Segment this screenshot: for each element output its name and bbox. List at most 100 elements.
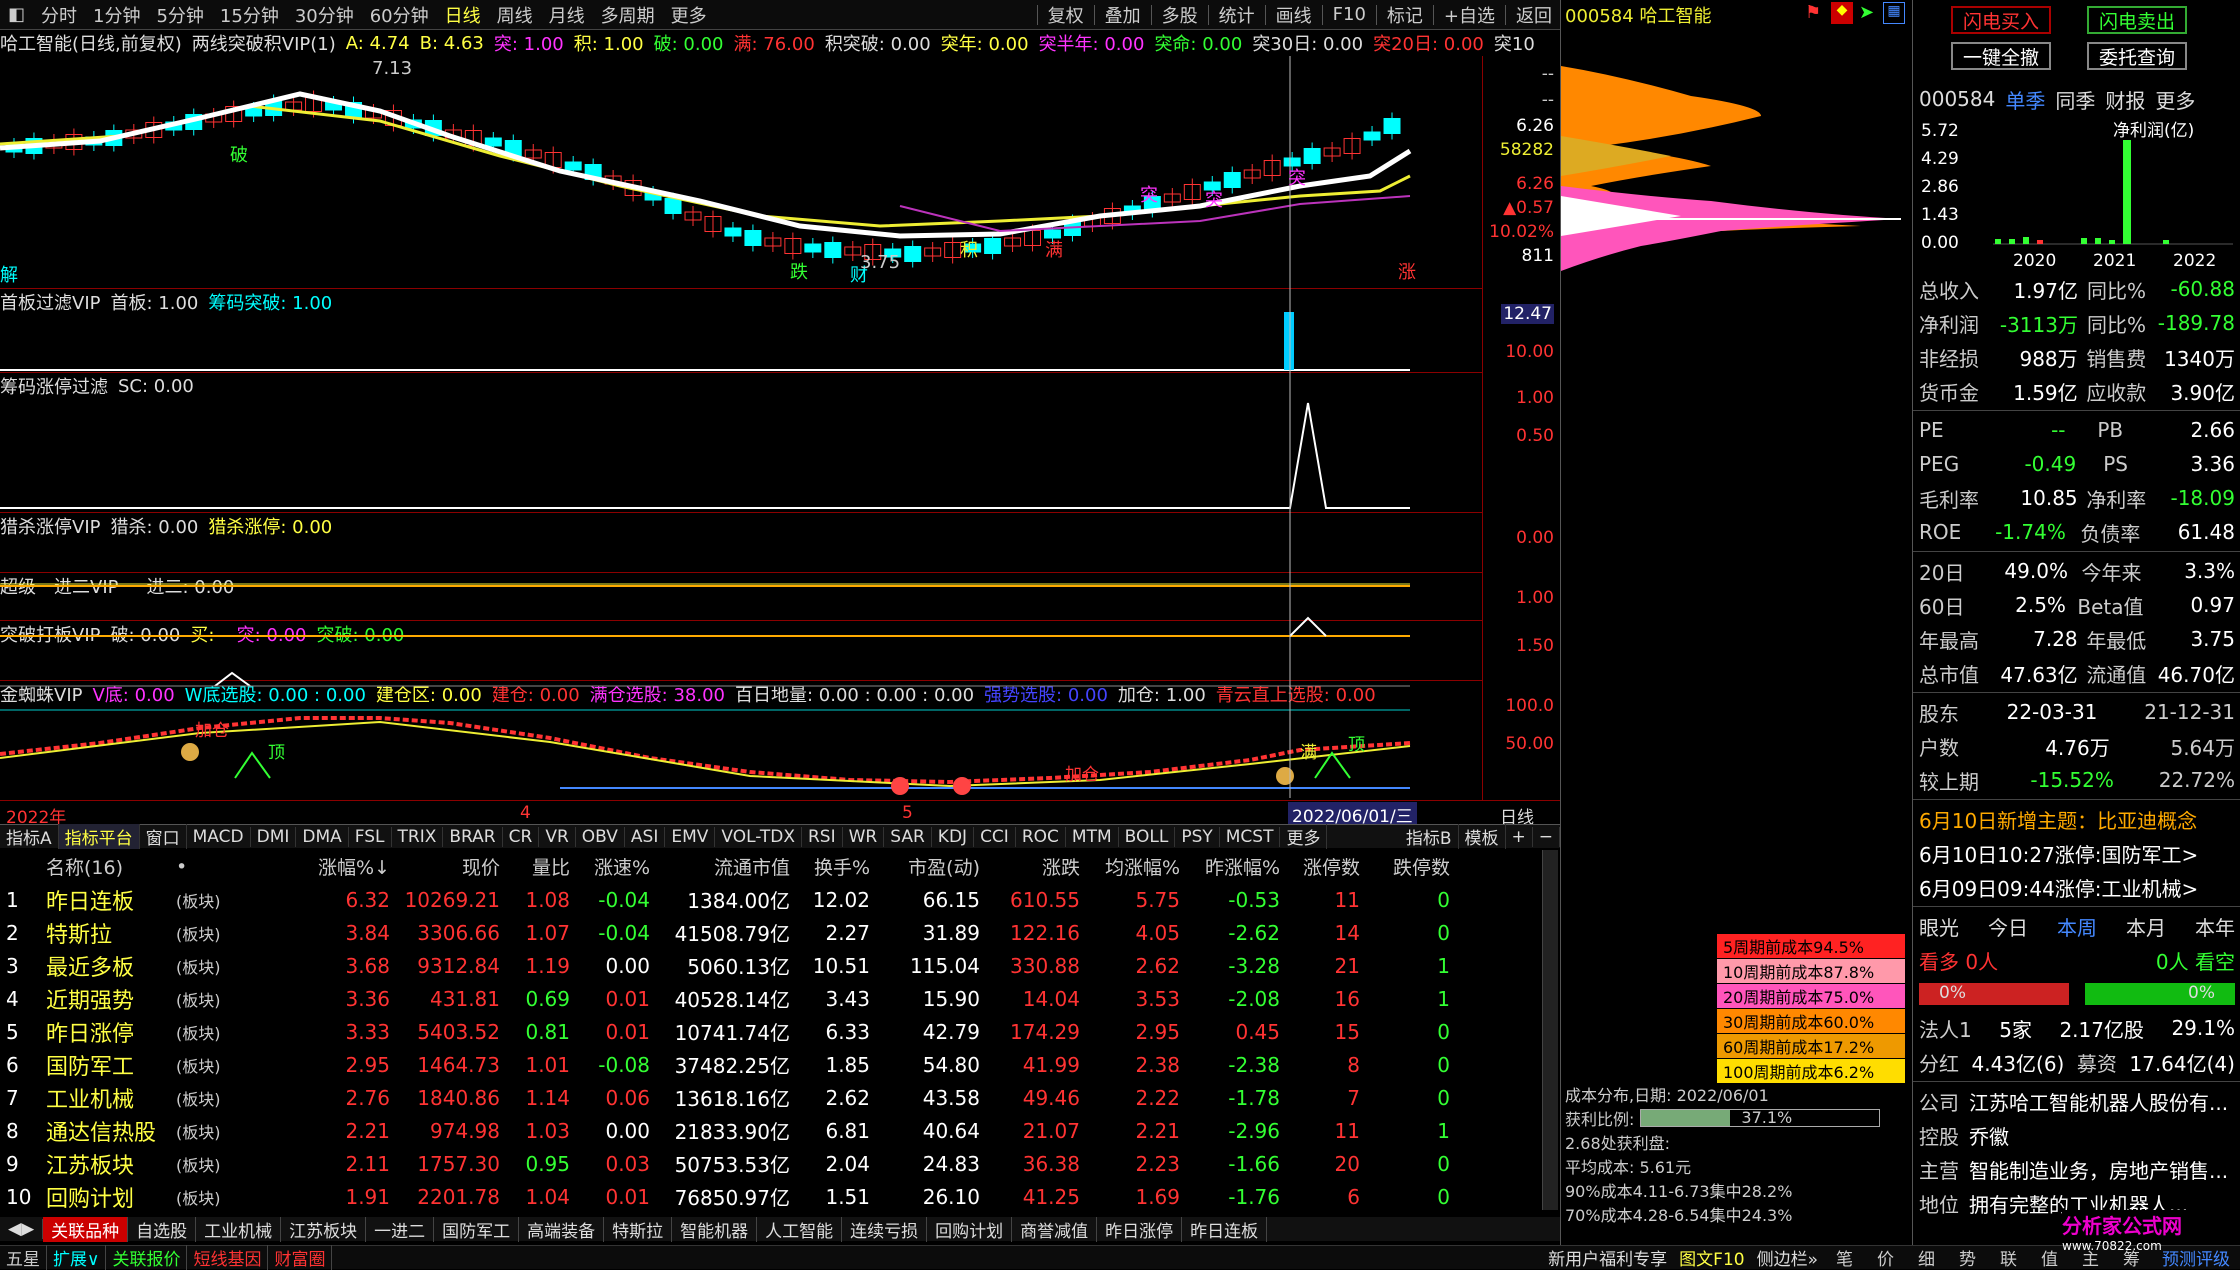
sector-tab[interactable]: 商誉减值 <box>1012 1216 1098 1242</box>
indicator-tab[interactable]: 指标平台 <box>58 824 140 849</box>
indicator-tab-right[interactable]: − <box>1533 826 1560 847</box>
indicator-tab[interactable]: PSY <box>1175 826 1220 847</box>
toolbar-button[interactable]: 叠加 <box>1097 2 1149 28</box>
column-header[interactable]: 均涨幅% <box>1080 853 1180 880</box>
company-value[interactable]: 智能制造业务，房地产销售... <box>1969 1155 2228 1184</box>
indicator-tab[interactable]: 更多 <box>1280 824 1328 849</box>
indicator-tab[interactable]: BRAR <box>443 826 503 847</box>
toolbar-button[interactable]: 多股 <box>1154 2 1206 28</box>
indicator-tab-right[interactable]: 模板 <box>1459 824 1506 849</box>
indicator-tab[interactable]: 窗口 <box>140 824 187 849</box>
sector-tab[interactable]: 智能机器 <box>672 1216 758 1242</box>
company-value[interactable]: 乔徽 <box>1969 1121 2009 1150</box>
signal-icon[interactable]: ◆ <box>1831 2 1853 24</box>
cancel-all-button[interactable]: 一键全撤 <box>1951 42 2051 70</box>
quote-tab[interactable]: 联 <box>1988 1245 2029 1270</box>
indicator-tab[interactable]: VR <box>539 826 576 847</box>
flag-icon[interactable]: ⚑ <box>1805 2 1821 23</box>
toolbar-button[interactable]: 复权 <box>1040 2 1092 28</box>
status-item[interactable]: 关联报价 <box>106 1245 188 1270</box>
arrow-icon[interactable]: ➤ <box>1859 2 1874 23</box>
table-row[interactable]: 10 回购计划 (板块) 1.91 2201.78 1.04 0.01 76850.97亿 1.… <box>0 1180 1560 1213</box>
period-tab[interactable]: 1分钟 <box>85 2 148 28</box>
table-row[interactable]: 2 特斯拉 (板块) 3.84 3306.66 1.07 -0.04 41508.79亿 2.2… <box>0 916 1560 949</box>
toolbar-button[interactable]: 标记 <box>1379 2 1431 28</box>
table-row[interactable]: 7 工业机械 (板块) 2.76 1840.86 1.14 0.06 13618.16亿 2.6… <box>0 1081 1560 1114</box>
indicator-tab[interactable]: DMI <box>251 826 297 847</box>
candlestick-chart[interactable]: 解 破 跌 财 积 满 突 突 突 涨 7.13 3.75 <box>0 56 1482 288</box>
indicator-tab[interactable]: MTM <box>1066 826 1119 847</box>
indicator-tab[interactable]: TRIX <box>392 826 444 847</box>
indicator-tab[interactable]: 指标A <box>0 824 59 849</box>
sector-tab[interactable]: 高端装备 <box>519 1216 605 1242</box>
table-row[interactable]: 5 昨日涨停 (板块) 3.33 5403.52 0.81 0.01 10741.74亿 6.3… <box>0 1015 1560 1048</box>
indicator-tab[interactable]: MACD <box>187 826 251 847</box>
theme-news[interactable]: 6月10日新增主题：比亚迪概念 <box>1913 802 2240 836</box>
chart-icon[interactable]: ▦ <box>1883 2 1905 24</box>
tab-more[interactable]: 更多 <box>2155 85 2195 114</box>
outlook-tab[interactable]: 今日 <box>1988 912 2028 941</box>
tab-quarter[interactable]: 单季 <box>2005 85 2045 114</box>
table-row[interactable]: 3 最近多板 (板块) 3.68 9312.84 1.19 0.00 5060.13亿 10.5… <box>0 949 1560 982</box>
sector-tab[interactable]: 连续亏损 <box>842 1216 928 1242</box>
order-query-button[interactable]: 委托查询 <box>2087 42 2187 70</box>
status-item[interactable]: 五星 <box>0 1245 47 1270</box>
period-tab[interactable]: 月线 <box>541 2 593 28</box>
column-header[interactable]: 市盈(动) <box>870 853 980 880</box>
flash-buy-button[interactable]: 闪电买入 <box>1951 6 2051 34</box>
toolbar-button[interactable]: +自选 <box>1436 2 1503 28</box>
outlook-tab[interactable]: 本月 <box>2126 912 2166 941</box>
sector-tab[interactable]: 一进二 <box>366 1216 435 1242</box>
indicator-tab[interactable]: WR <box>843 826 885 847</box>
indicator-tab[interactable]: FSL <box>349 826 392 847</box>
company-value[interactable]: 江苏哈工智能机器人股份有... <box>1969 1087 2228 1116</box>
sidebar-toggle[interactable]: 侧边栏» <box>1751 1245 1824 1270</box>
toolbar-button[interactable]: 返回 <box>1508 2 1560 28</box>
status-item[interactable]: 财富圈 <box>268 1245 333 1270</box>
indicator-tab[interactable]: EMV <box>665 826 716 847</box>
indicator-tab[interactable]: RSI <box>802 826 843 847</box>
bearish-bar[interactable]: 0% <box>2085 983 2235 1005</box>
sector-tab[interactable]: 回购计划 <box>927 1216 1013 1242</box>
period-tab[interactable]: 日线 <box>437 2 489 28</box>
indicator-name[interactable]: 两线突破积VIP(1) <box>192 30 336 56</box>
period-tab[interactable]: 5分钟 <box>148 2 211 28</box>
column-header[interactable]: 跌停数 <box>1360 853 1450 880</box>
toolbar-button[interactable]: F10 <box>1325 4 1374 25</box>
period-tab[interactable]: 60分钟 <box>362 2 437 28</box>
period-tab[interactable]: 分时 <box>33 2 85 28</box>
tab-nav-arrows[interactable]: ◀▶ <box>0 1219 44 1239</box>
indicator-tab[interactable]: ASI <box>625 826 666 847</box>
column-header[interactable]: 涨停数 <box>1280 853 1360 880</box>
column-header[interactable]: 涨速% <box>570 853 650 880</box>
period-tab[interactable]: 30分钟 <box>287 2 362 28</box>
indicator-tab[interactable]: KDJ <box>932 826 975 847</box>
table-row[interactable]: 9 江苏板块 (板块) 2.11 1757.30 0.95 0.03 50753.53亿 2.0… <box>0 1147 1560 1180</box>
period-tab[interactable]: 多周期 <box>593 2 663 28</box>
indicator-tab[interactable]: OBV <box>576 826 625 847</box>
indicator-tab[interactable]: DMA <box>296 826 349 847</box>
indicator-tab-right[interactable]: + <box>1506 826 1533 847</box>
news-item[interactable]: 6月10日10:27涨停:国防军工> <box>1913 836 2240 870</box>
status-item[interactable]: 短线基因 <box>187 1245 269 1270</box>
quote-tab[interactable]: 细 <box>1906 1245 1947 1270</box>
sector-tab[interactable]: 特斯拉 <box>604 1216 673 1242</box>
toolbar-button[interactable]: 统计 <box>1211 2 1263 28</box>
quote-tab[interactable]: 笔 <box>1824 1245 1865 1270</box>
quote-tab[interactable]: 势 <box>1947 1245 1988 1270</box>
quote-tab[interactable]: 价 <box>1865 1245 1906 1270</box>
indicator-tab[interactable]: BOLL <box>1119 826 1176 847</box>
table-scrollbar[interactable] <box>1542 850 1558 1210</box>
indicator-tab[interactable]: CR <box>503 826 540 847</box>
table-row[interactable]: 1 昨日连板 (板块) 6.32 10269.21 1.08 -0.04 1384.00亿 12… <box>0 883 1560 916</box>
bullish-count[interactable]: 看多 0人 <box>1919 946 1998 975</box>
tab-report[interactable]: 财报 <box>2105 85 2145 114</box>
column-header[interactable]: • <box>170 856 290 878</box>
window-menu-icon[interactable]: ◧ <box>0 4 33 25</box>
sector-tab[interactable]: 工业机械 <box>196 1216 282 1242</box>
promo-link[interactable]: 新用户福利专享 <box>1542 1245 1673 1270</box>
column-header[interactable]: 换手% <box>790 853 870 880</box>
indicator-tab[interactable]: SAR <box>884 826 932 847</box>
indicator-tab[interactable]: VOL-TDX <box>715 826 802 847</box>
column-header[interactable]: 涨跌 <box>980 853 1080 880</box>
